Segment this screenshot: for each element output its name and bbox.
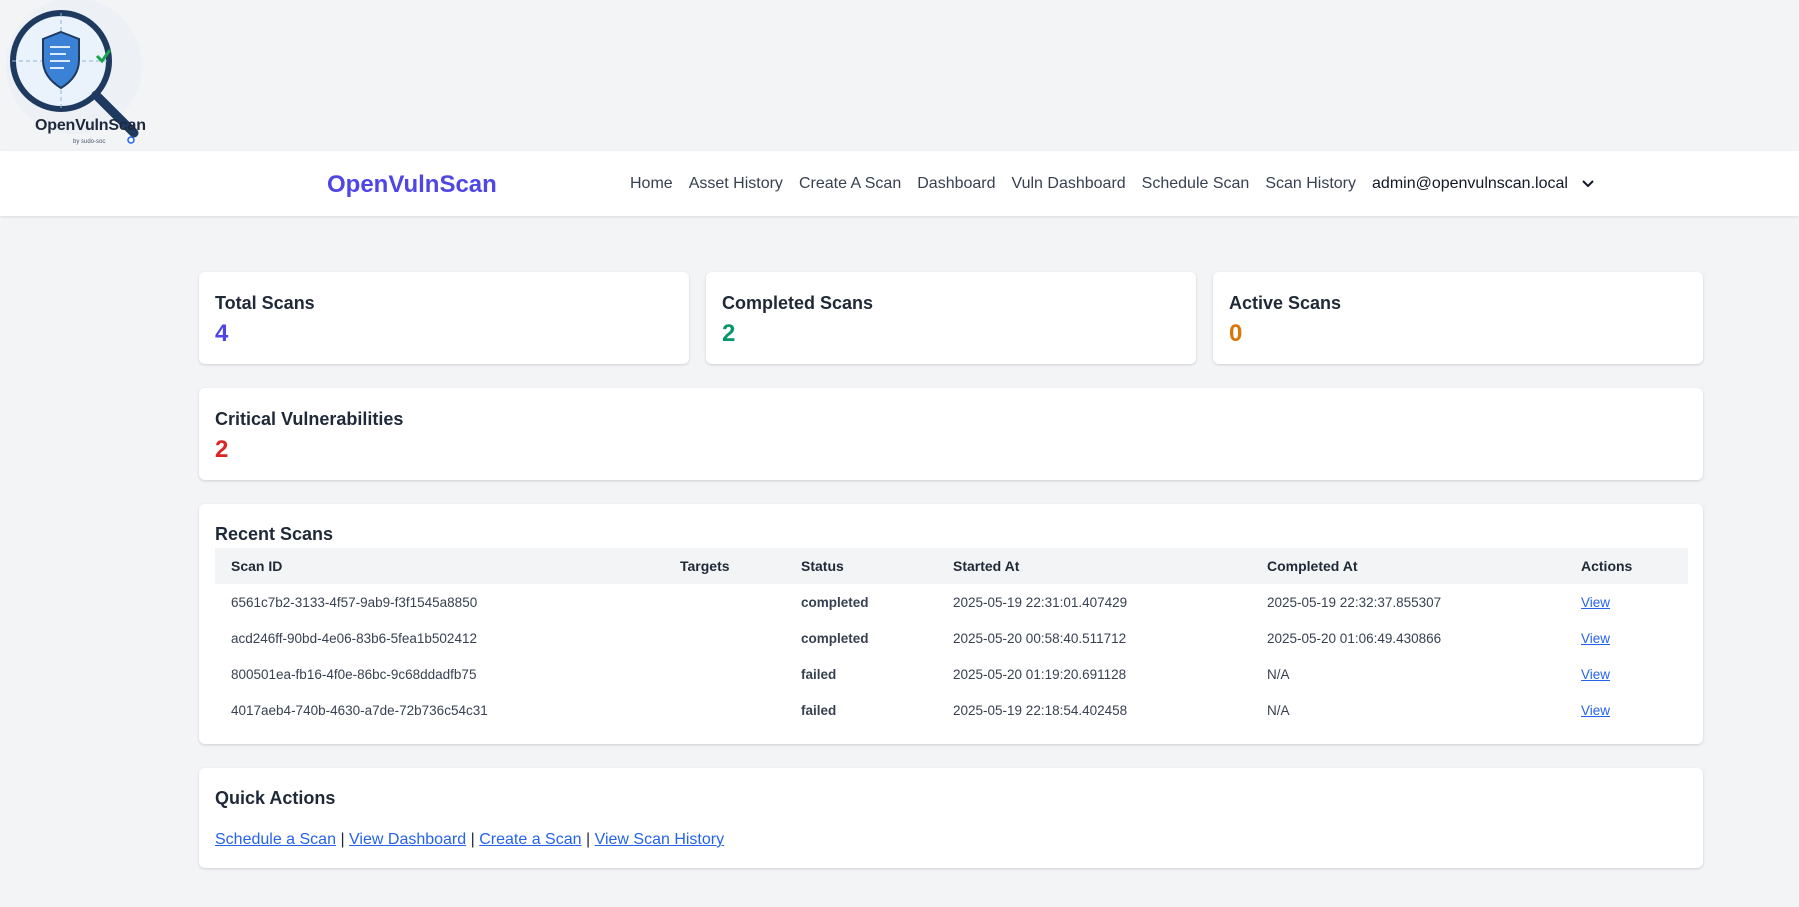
quick-actions-card: Quick Actions Schedule a Scan | View Das… (199, 768, 1703, 868)
stat-value: 4 (215, 320, 229, 347)
view-dashboard-link[interactable]: View Dashboard (349, 831, 466, 848)
nav-links: Home Asset History Create A Scan Dashboa… (630, 151, 1594, 216)
stat-label: Completed Scans (722, 293, 874, 313)
link-separator: | (470, 831, 475, 848)
logo[interactable]: OpenVulnScan by sudo-soc (0, 0, 160, 150)
create-a-scan-link[interactable]: Create a Scan (479, 831, 581, 848)
column-header: Started At (953, 558, 1020, 574)
stat-value: 2 (722, 320, 736, 347)
scan-id: 6561c7b2-3133-4f57-9ab9-f3f1545a8850 (231, 594, 478, 610)
stat-value: 2 (215, 436, 229, 463)
column-header: Scan ID (231, 558, 283, 574)
table-row: 800501ea-fb16-4f0e-86bc-9c68ddadfb75 fai… (215, 656, 1688, 692)
table-header-row: Scan ID Targets Status Started At Comple… (215, 548, 1688, 584)
recent-scans-card: Recent Scans Scan ID Targets Status Star… (199, 504, 1703, 744)
nav-asset-history[interactable]: Asset History (689, 175, 783, 193)
recent-scans-title: Recent Scans (215, 524, 334, 544)
scan-completed-at: N/A (1267, 666, 1290, 682)
scan-status: failed (801, 702, 837, 718)
link-separator: | (585, 831, 591, 848)
nav-home[interactable]: Home (630, 175, 673, 193)
scan-started-at: 2025-05-20 01:19:20.691128 (953, 666, 1127, 682)
scan-targets (664, 584, 785, 620)
scan-id: acd246ff-90bd-4e06-83b6-5fea1b502412 (231, 630, 477, 646)
logo-byline: by sudo-soc (73, 139, 106, 145)
scan-targets (664, 656, 785, 692)
scan-started-at: 2025-05-19 22:18:54.402458 (953, 702, 1128, 718)
scan-completed-at: 2025-05-20 01:06:49.430866 (1267, 630, 1442, 646)
column-header: Completed At (1267, 558, 1358, 574)
navbar: OpenVulnScan Home Asset History Create A… (0, 151, 1799, 216)
scan-targets (664, 692, 785, 728)
link-separator: | (340, 831, 345, 848)
nav-dashboard[interactable]: Dashboard (917, 175, 995, 193)
nav-vuln-dashboard[interactable]: Vuln Dashboard (1012, 175, 1126, 193)
scan-started-at: 2025-05-19 22:31:01.407429 (953, 594, 1128, 610)
column-header: Status (801, 558, 844, 574)
nav-schedule-scan[interactable]: Schedule Scan (1142, 175, 1250, 193)
quick-actions-title: Quick Actions (215, 788, 336, 808)
scan-id: 800501ea-fb16-4f0e-86bc-9c68ddadfb75 (231, 666, 477, 682)
scan-status: completed (801, 594, 869, 610)
scan-status: completed (801, 630, 869, 646)
column-header: Targets (680, 558, 730, 574)
quick-actions-links: Schedule a Scan | View Dashboard | Creat… (215, 831, 724, 849)
scan-id: 4017aeb4-740b-4630-a7de-72b736c54c31 (231, 702, 488, 718)
table-row: 6561c7b2-3133-4f57-9ab9-f3f1545a8850 com… (215, 584, 1688, 620)
table-row: 4017aeb4-740b-4630-a7de-72b736c54c31 fai… (215, 692, 1688, 728)
view-scan-link[interactable]: View (1581, 667, 1610, 682)
stat-card-completed-scans: Completed Scans 2 (706, 272, 1196, 364)
stat-label: Active Scans (1229, 293, 1342, 313)
schedule-a-scan-link[interactable]: Schedule a Scan (215, 831, 336, 848)
stat-card-active-scans: Active Scans 0 (1213, 272, 1703, 364)
recent-scans-table: Scan ID Targets Status Started At Comple… (215, 548, 1688, 728)
view-scan-history-link[interactable]: View Scan History (595, 831, 725, 848)
stat-label: Total Scans (215, 293, 315, 313)
scan-started-at: 2025-05-20 00:58:40.511712 (953, 630, 1127, 646)
scan-status: failed (801, 666, 837, 682)
logo-name: OpenVulnScan (35, 117, 146, 134)
user-email: admin@openvulnscan.local (1372, 174, 1568, 192)
view-scan-link[interactable]: View (1581, 703, 1610, 718)
view-scan-link[interactable]: View (1581, 631, 1610, 646)
stat-card-critical-vulnerabilities: Critical Vulnerabilities 2 (199, 388, 1703, 480)
stat-card-total-scans: Total Scans 4 (199, 272, 689, 364)
table-row: acd246ff-90bd-4e06-83b6-5fea1b502412 com… (215, 620, 1688, 656)
stat-value: 0 (1229, 320, 1243, 347)
chevron-down-icon (1582, 175, 1594, 193)
scan-targets (664, 620, 785, 656)
nav-scan-history[interactable]: Scan History (1265, 175, 1356, 193)
scan-completed-at: 2025-05-19 22:32:37.855307 (1267, 594, 1442, 610)
column-header: Actions (1581, 558, 1633, 574)
view-scan-link[interactable]: View (1581, 595, 1610, 610)
scan-completed-at: N/A (1267, 702, 1290, 718)
stat-label: Critical Vulnerabilities (215, 409, 404, 429)
nav-create-a-scan[interactable]: Create A Scan (799, 175, 901, 193)
user-menu[interactable]: admin@openvulnscan.local (1372, 175, 1594, 193)
brand-link[interactable]: OpenVulnScan (327, 171, 497, 199)
